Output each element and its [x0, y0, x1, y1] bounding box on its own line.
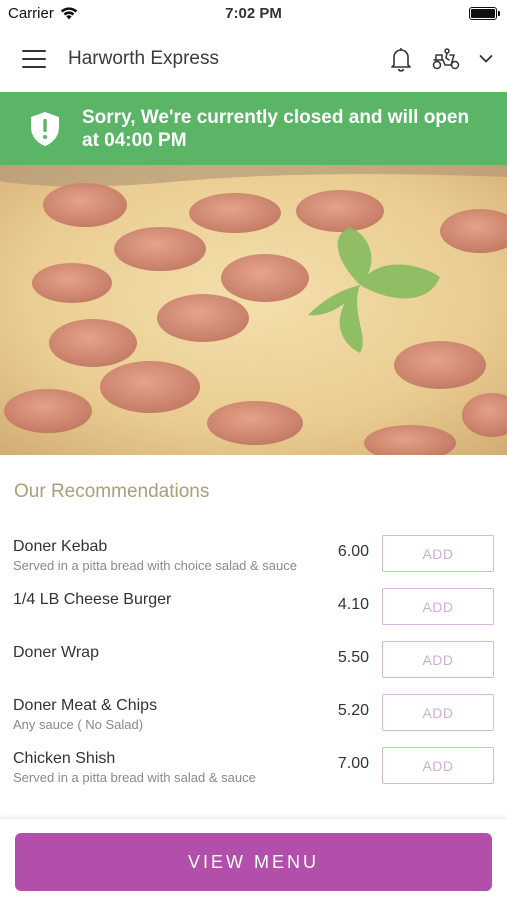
app-header: Harworth Express: [0, 26, 507, 92]
item-name: Doner Meat & Chips: [13, 697, 158, 714]
item-name: Doner Wrap: [13, 644, 99, 661]
shield-alert-icon: [31, 111, 59, 146]
app-title: Harworth Express: [68, 48, 219, 69]
footer-bar: VIEW MENU: [0, 818, 507, 900]
carrier-label: Carrier: [8, 4, 54, 22]
bell-icon[interactable]: [389, 46, 413, 72]
item-name: Chicken Shish: [13, 750, 116, 767]
item-name: Doner Kebab: [13, 538, 108, 555]
wifi-icon: [60, 6, 78, 19]
add-button[interactable]: ADD: [382, 535, 494, 572]
menu-item: Chicken Shish Served in a pitta bread wi…: [13, 747, 494, 800]
hero-image: [0, 165, 507, 455]
item-price: 6.00: [337, 543, 369, 560]
header-actions: [389, 46, 493, 72]
chevron-down-icon[interactable]: [479, 54, 493, 64]
add-button[interactable]: ADD: [382, 747, 494, 784]
item-price: 5.20: [337, 702, 369, 719]
view-menu-button[interactable]: VIEW MENU: [15, 833, 492, 891]
pizza-image: [0, 165, 507, 455]
add-button[interactable]: ADD: [382, 641, 494, 678]
menu-item: 1/4 LB Cheese Burger 4.10 ADD: [13, 588, 494, 641]
delivery-scooter-icon[interactable]: [431, 47, 461, 71]
item-price: 7.00: [337, 755, 369, 772]
menu-icon[interactable]: [22, 50, 46, 68]
closed-message: Sorry, We're currently closed and will o…: [82, 106, 470, 151]
item-price: 5.50: [337, 649, 369, 666]
item-description: Served in a pitta bread with choice sala…: [13, 558, 298, 573]
menu-item: Doner Wrap 5.50 ADD: [13, 641, 494, 694]
section-title: Our Recommendations: [14, 481, 210, 502]
add-button[interactable]: ADD: [382, 588, 494, 625]
item-description: Any sauce ( No Salad): [13, 717, 144, 732]
item-description: Served in a pitta bread with salad & sau…: [13, 770, 256, 785]
menu-item: Doner Kebab Served in a pitta bread with…: [13, 535, 494, 588]
menu-item: Doner Meat & Chips Any sauce ( No Salad)…: [13, 694, 494, 747]
status-bar: Carrier: [0, 0, 507, 26]
item-price: 4.10: [337, 596, 369, 613]
menu-list: Doner Kebab Served in a pitta bread with…: [0, 535, 507, 800]
item-name: 1/4 LB Cheese Burger: [13, 591, 172, 608]
status-left: Carrier: [8, 5, 78, 22]
battery-icon: [469, 6, 500, 20]
add-button[interactable]: ADD: [382, 694, 494, 731]
closed-banner: Sorry, We're currently closed and will o…: [0, 92, 507, 165]
